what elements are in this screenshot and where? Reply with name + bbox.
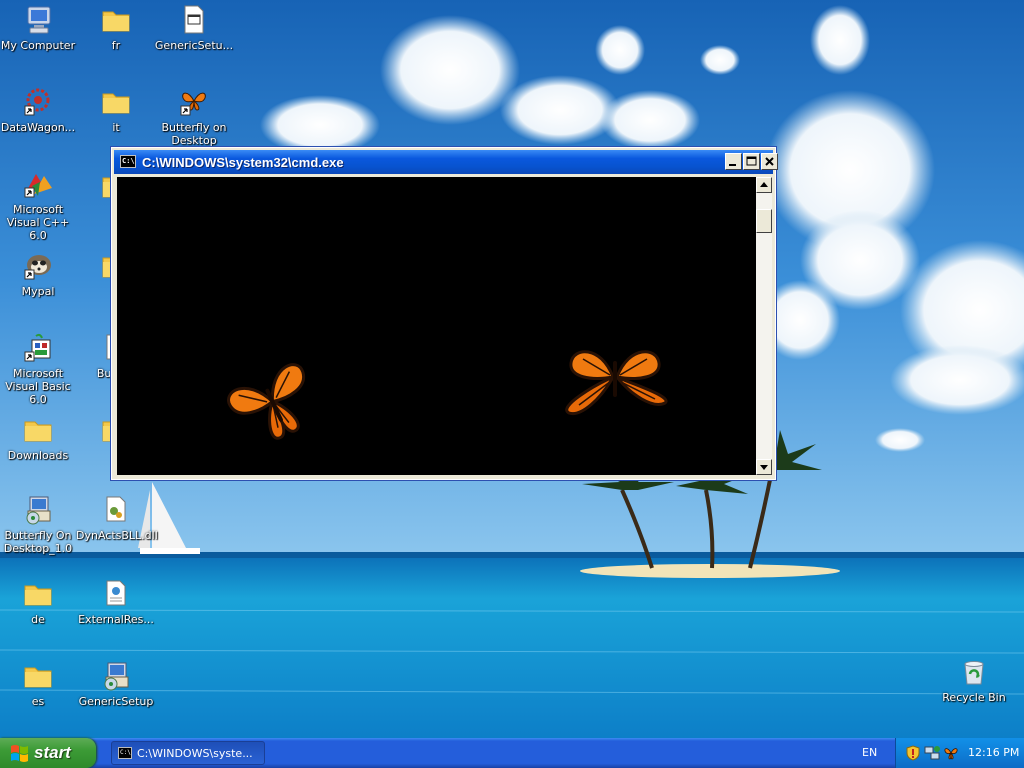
minimize-icon bbox=[729, 164, 736, 166]
desktop-icon-visual-basic[interactable]: Microsoft Visual Basic 6.0 bbox=[0, 332, 78, 406]
system-tray: 12:16 PM bbox=[895, 738, 1024, 768]
desktop-icon-fr[interactable]: fr bbox=[76, 4, 156, 52]
desktop-icon-label: Butterfly on Desktop bbox=[161, 121, 227, 147]
window-title: C:\WINDOWS\system32\cmd.exe bbox=[142, 155, 344, 170]
desktop-icon-label: DynActsBLL.dll bbox=[76, 529, 158, 542]
folder-icon bbox=[24, 421, 52, 442]
windows-flag-icon bbox=[11, 745, 28, 762]
network-icon[interactable] bbox=[924, 745, 940, 761]
desktop-icon-downloads[interactable]: Downloads bbox=[0, 414, 78, 462]
desktop-icon-datawagon[interactable]: DataWagon... bbox=[0, 86, 78, 134]
scroll-up-arrow-icon bbox=[760, 182, 768, 187]
taskbar-item-cmd[interactable]: C:\ C:\WINDOWS\syste... bbox=[111, 741, 265, 765]
desktop-icon-my-computer[interactable]: My Computer bbox=[0, 4, 78, 52]
butterfly-icon bbox=[227, 363, 306, 440]
dll-file-icon bbox=[106, 496, 126, 522]
language-indicator[interactable]: EN bbox=[862, 746, 877, 759]
scroll-down-arrow-icon bbox=[760, 465, 768, 470]
desktop-icon-label: Microsoft Visual Basic 6.0 bbox=[5, 367, 71, 406]
executable-window-icon bbox=[184, 5, 204, 34]
visual-basic-shortcut-icon bbox=[24, 333, 51, 362]
console-scrollbar[interactable] bbox=[756, 177, 772, 475]
desktop-icon-es[interactable]: es bbox=[0, 660, 78, 708]
taskbar-item-label: C:\WINDOWS\syste... bbox=[137, 747, 253, 760]
desktop-icon-label: GenericSetu... bbox=[154, 39, 234, 52]
butterfly-shortcut-icon bbox=[180, 92, 206, 116]
desktop-icon-label: GenericSetup bbox=[78, 695, 154, 708]
recycle-bin-icon bbox=[964, 661, 984, 685]
mypal-shortcut-icon bbox=[24, 255, 51, 280]
desktop-icon-label: My Computer bbox=[0, 39, 76, 52]
computer-icon bbox=[27, 6, 51, 34]
cmd-window[interactable]: C:\ C:\WINDOWS\system32\cmd.exe bbox=[110, 146, 778, 481]
taskbar: start C:\ C:\WINDOWS\syste... EN 12:16 P… bbox=[0, 738, 1024, 768]
installer-icon bbox=[104, 662, 129, 691]
minimize-button[interactable] bbox=[725, 153, 742, 170]
scroll-down-button[interactable] bbox=[756, 459, 772, 475]
desktop-icon-butterfly-on-desktop[interactable]: Butterfly on Desktop bbox=[154, 86, 234, 147]
desktop-icon-label: ExternalRes... bbox=[78, 613, 154, 626]
folder-icon bbox=[24, 585, 52, 606]
visual-cpp-shortcut-icon bbox=[24, 174, 52, 198]
cmd-app-icon[interactable]: C:\ bbox=[120, 155, 136, 168]
console-area[interactable] bbox=[117, 177, 756, 475]
desktop-icon-mypal[interactable]: Mypal bbox=[0, 250, 78, 298]
datawagon-shortcut-icon bbox=[24, 88, 50, 116]
desktop-icon-label: Mypal bbox=[21, 285, 55, 298]
butterfly-icon bbox=[565, 350, 668, 416]
desktop-icon-label: Microsoft Visual C++ 6.0 bbox=[6, 203, 70, 242]
desktop-icon-externalres[interactable]: ExternalRes... bbox=[76, 578, 156, 626]
config-file-icon bbox=[106, 580, 126, 606]
folder-icon bbox=[102, 93, 130, 114]
desktop-icon-genericsetu-exe[interactable]: GenericSetu... bbox=[154, 4, 234, 52]
folder-icon bbox=[24, 667, 52, 688]
maximize-button[interactable] bbox=[743, 153, 760, 170]
folder-icon bbox=[102, 11, 130, 32]
desktop-icon-de[interactable]: de bbox=[0, 578, 78, 626]
desktop-icon-label: de bbox=[31, 613, 45, 626]
desktop-icon-visual-cpp[interactable]: Microsoft Visual C++ 6.0 bbox=[0, 168, 78, 242]
maximize-icon bbox=[746, 156, 757, 166]
desktop-icon-recycle-bin[interactable]: Recycle Bin bbox=[934, 656, 1014, 704]
desktop-icon-label: it bbox=[112, 121, 120, 134]
scroll-up-button[interactable] bbox=[756, 177, 772, 193]
desktop-icon-label: es bbox=[31, 695, 45, 708]
window-titlebar[interactable]: C:\ C:\WINDOWS\system32\cmd.exe bbox=[114, 150, 778, 174]
desktop-icon-label: Recycle Bin bbox=[942, 691, 1006, 704]
scroll-thumb[interactable] bbox=[756, 209, 772, 233]
desktop-icon-butterfly-installer[interactable]: Butterfly On Desktop_1.0 bbox=[0, 494, 78, 555]
desktop-icon-it[interactable]: it bbox=[76, 86, 156, 134]
desktop-icon-label: fr bbox=[111, 39, 121, 52]
cmd-app-icon: C:\ bbox=[118, 747, 132, 759]
shield-icon[interactable] bbox=[906, 745, 920, 761]
close-button[interactable] bbox=[761, 153, 778, 170]
desktop-icon-genericsetup[interactable]: GenericSetup bbox=[76, 660, 156, 708]
clock[interactable]: 12:16 PM bbox=[968, 746, 1019, 759]
desktop-icon-label: Butterfly On Desktop_1.0 bbox=[3, 529, 73, 555]
desktop-icon-label: DataWagon... bbox=[0, 121, 76, 134]
desktop-icon-label: Downloads bbox=[7, 449, 69, 462]
desktop-icon-dynactsbll[interactable]: DynActsBLL.dll bbox=[76, 494, 158, 542]
start-button[interactable]: start bbox=[0, 738, 96, 768]
butterfly-tray-icon[interactable] bbox=[943, 745, 959, 761]
installer-icon bbox=[26, 496, 51, 525]
start-label: start bbox=[34, 743, 71, 762]
close-icon bbox=[765, 157, 774, 166]
